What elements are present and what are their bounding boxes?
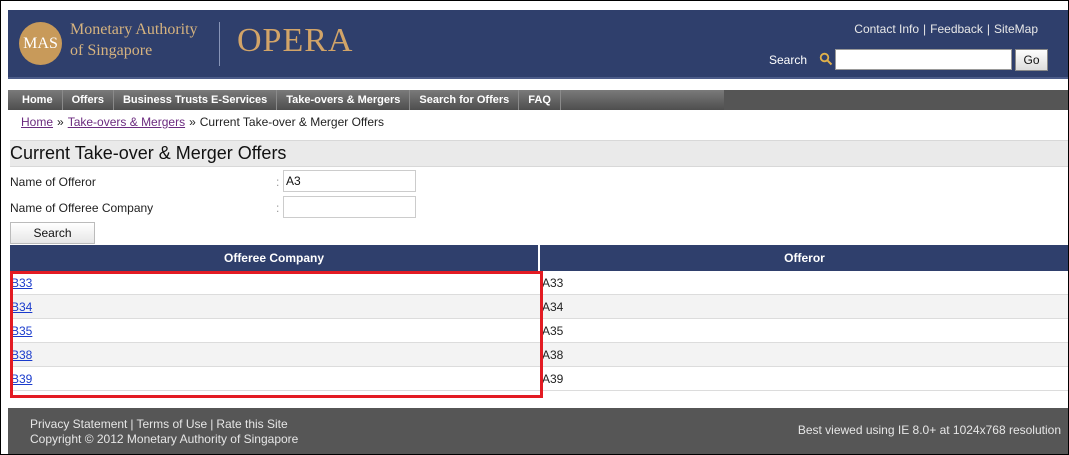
- go-button[interactable]: Go: [1015, 49, 1048, 71]
- org-name-line1: Monetary Authority: [70, 21, 198, 38]
- nav-item-faq[interactable]: FAQ: [519, 90, 561, 110]
- main-nav-items: Home Offers Business Trusts E-Services T…: [8, 90, 724, 110]
- copyright-text: Copyright © 2012 Monetary Authority of S…: [30, 432, 299, 446]
- offeree-link[interactable]: B34: [11, 300, 32, 314]
- link-separator: |: [923, 22, 927, 36]
- offeree-cell: B39: [10, 367, 542, 390]
- rate-site-link[interactable]: Rate this Site: [216, 417, 287, 431]
- nav-item-business-trusts[interactable]: Business Trusts E-Services: [114, 90, 278, 110]
- offeror-cell: A35: [542, 324, 564, 338]
- search-label: Search: [769, 53, 808, 67]
- page-title: Current Take-over & Merger Offers: [10, 140, 1068, 167]
- breadcrumb-separator: »: [57, 115, 64, 129]
- header-divider: [219, 22, 220, 66]
- offeree-link[interactable]: B33: [11, 276, 32, 290]
- offeree-link[interactable]: B35: [11, 324, 32, 338]
- site-search-input[interactable]: [835, 49, 1012, 70]
- terms-of-use-link[interactable]: Terms of Use: [137, 417, 208, 431]
- table-row: B39 A39: [10, 367, 1068, 391]
- offeror-cell: A39: [542, 372, 564, 386]
- breadcrumb-home-link[interactable]: Home: [21, 115, 53, 129]
- feedback-link[interactable]: Feedback: [930, 22, 983, 36]
- column-header-offeree: Offeree Company: [10, 245, 540, 271]
- breadcrumb: Home» Take-overs & Mergers» Current Take-o…: [21, 115, 384, 129]
- site-header: MAS Monetary Authority of Singapore OPER…: [8, 10, 1068, 79]
- table-row: B34 A34: [10, 295, 1068, 319]
- offeree-colon: :: [276, 201, 280, 215]
- breadcrumb-section-link[interactable]: Take-overs & Mergers: [68, 115, 185, 129]
- page-title-text: Current Take-over & Merger Offers: [10, 143, 287, 163]
- column-header-offeror: Offeror: [784, 251, 825, 265]
- table-header: Offeree Company Offeror: [10, 245, 1068, 271]
- offeree-cell: B33: [10, 271, 542, 294]
- mas-logo[interactable]: MAS: [19, 22, 62, 65]
- privacy-statement-link[interactable]: Privacy Statement: [30, 417, 127, 431]
- offeror-cell: A38: [542, 348, 564, 362]
- offeree-cell: B35: [10, 319, 542, 342]
- main-nav: Home Offers Business Trusts E-Services T…: [8, 90, 1068, 110]
- contact-info-link[interactable]: Contact Info: [854, 22, 919, 36]
- breadcrumb-separator: »: [189, 115, 196, 129]
- offeror-label: Name of Offeror: [10, 175, 96, 189]
- breadcrumb-current: Current Take-over & Merger Offers: [199, 115, 385, 129]
- footer-left: Privacy Statement | Terms of Use | Rate this…: [30, 417, 298, 447]
- offeree-company-input[interactable]: [283, 196, 416, 218]
- offeree-cell: B34: [10, 295, 542, 318]
- nav-item-search-offers[interactable]: Search for Offers: [410, 90, 520, 110]
- results-table: Offeree Company Offeror B33 A33 B34 A34 …: [10, 245, 1068, 391]
- table-row: B35 A35: [10, 319, 1068, 343]
- top-links: Contact Info | Feedback | SiteMap: [854, 22, 1038, 36]
- site-footer: Privacy Statement | Terms of Use | Rate this…: [8, 408, 1068, 454]
- link-separator: |: [986, 22, 990, 36]
- offeror-name-input[interactable]: [283, 170, 416, 192]
- nav-item-offers[interactable]: Offers: [63, 90, 114, 110]
- offeree-cell: B38: [10, 343, 542, 366]
- nav-item-takeovers-mergers[interactable]: Take-overs & Mergers: [277, 90, 411, 110]
- offeree-link[interactable]: B39: [11, 372, 32, 386]
- best-viewed-note: Best viewed using IE 8.0+ at 1024x768 re…: [797, 423, 1061, 437]
- footer-separator: |: [210, 417, 214, 431]
- org-name-line2: of Singapore: [70, 42, 153, 59]
- table-row: B38 A38: [10, 343, 1068, 367]
- page-frame: MAS Monetary Authority of Singapore OPER…: [0, 0, 1069, 455]
- offeree-link[interactable]: B38: [11, 348, 32, 362]
- offeror-colon: :: [276, 175, 280, 189]
- table-row: B33 A33: [10, 271, 1068, 295]
- search-button[interactable]: Search: [10, 222, 95, 244]
- search-icon: [819, 52, 833, 66]
- offeror-cell: A34: [542, 300, 564, 314]
- offeree-label: Name of Offeree Company: [10, 201, 154, 215]
- footer-links: Privacy Statement | Terms of Use | Rate this…: [30, 417, 298, 432]
- footer-separator: |: [130, 417, 134, 431]
- sitemap-link[interactable]: SiteMap: [994, 22, 1038, 36]
- nav-item-home[interactable]: Home: [8, 90, 63, 110]
- app-title: OPERA: [237, 22, 354, 59]
- offeror-cell: A33: [542, 276, 564, 290]
